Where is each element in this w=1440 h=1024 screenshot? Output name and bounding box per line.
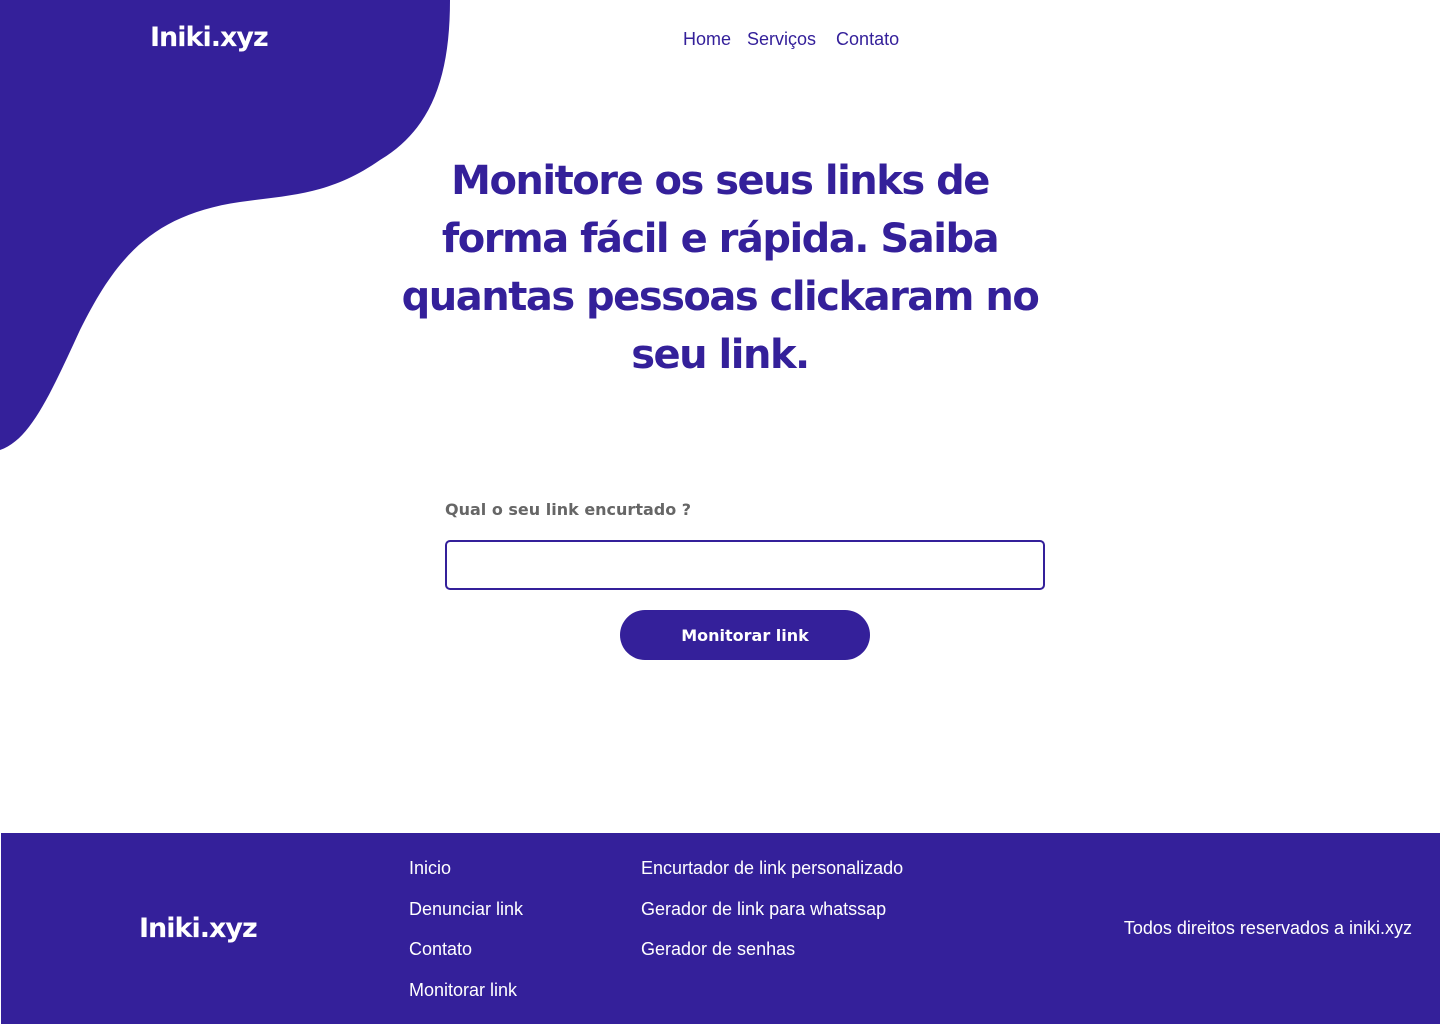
footer-link-encurtador[interactable]: Encurtador de link personalizado (641, 855, 903, 896)
footer-link-contato[interactable]: Contato (409, 936, 523, 977)
hero-title: Monitore os seus links de forma fácil e … (401, 158, 1040, 378)
nav-contato[interactable]: Contato (836, 26, 899, 52)
footer-copyright: Todos direitos reservados a iniki.xyz (1123, 918, 1412, 938)
footer: Iniki.xyz Inicio Denunciar link Contato … (1, 833, 1440, 1024)
main-nav: Home Serviços Contato (683, 26, 899, 52)
footer-logo[interactable]: Iniki.xyz (139, 909, 258, 949)
footer-link-whatsapp[interactable]: Gerador de link para whatssap (641, 896, 903, 937)
footer-link-monitorar[interactable]: Monitorar link (409, 977, 523, 1018)
page: Iniki.xyz Home Serviços Contato Monitore… (0, 0, 1440, 1024)
footer-link-senhas[interactable]: Gerador de senhas (641, 936, 903, 977)
header-logo[interactable]: Iniki.xyz (150, 18, 269, 58)
footer-links-tools: Encurtador de link personalizado Gerador… (641, 855, 903, 977)
footer-link-denunciar[interactable]: Denunciar link (409, 896, 523, 937)
decorative-blob (0, 0, 450, 450)
monitor-link-button[interactable]: Monitorar link (620, 610, 870, 660)
footer-links-main: Inicio Denunciar link Contato Monitorar … (409, 855, 523, 1018)
nav-home[interactable]: Home (683, 26, 731, 52)
nav-servicos[interactable]: Serviços (747, 26, 816, 52)
link-input-label: Qual o seu link encurtado ? (445, 500, 692, 519)
shortened-link-input[interactable] (445, 540, 1045, 590)
footer-link-inicio[interactable]: Inicio (409, 855, 523, 896)
